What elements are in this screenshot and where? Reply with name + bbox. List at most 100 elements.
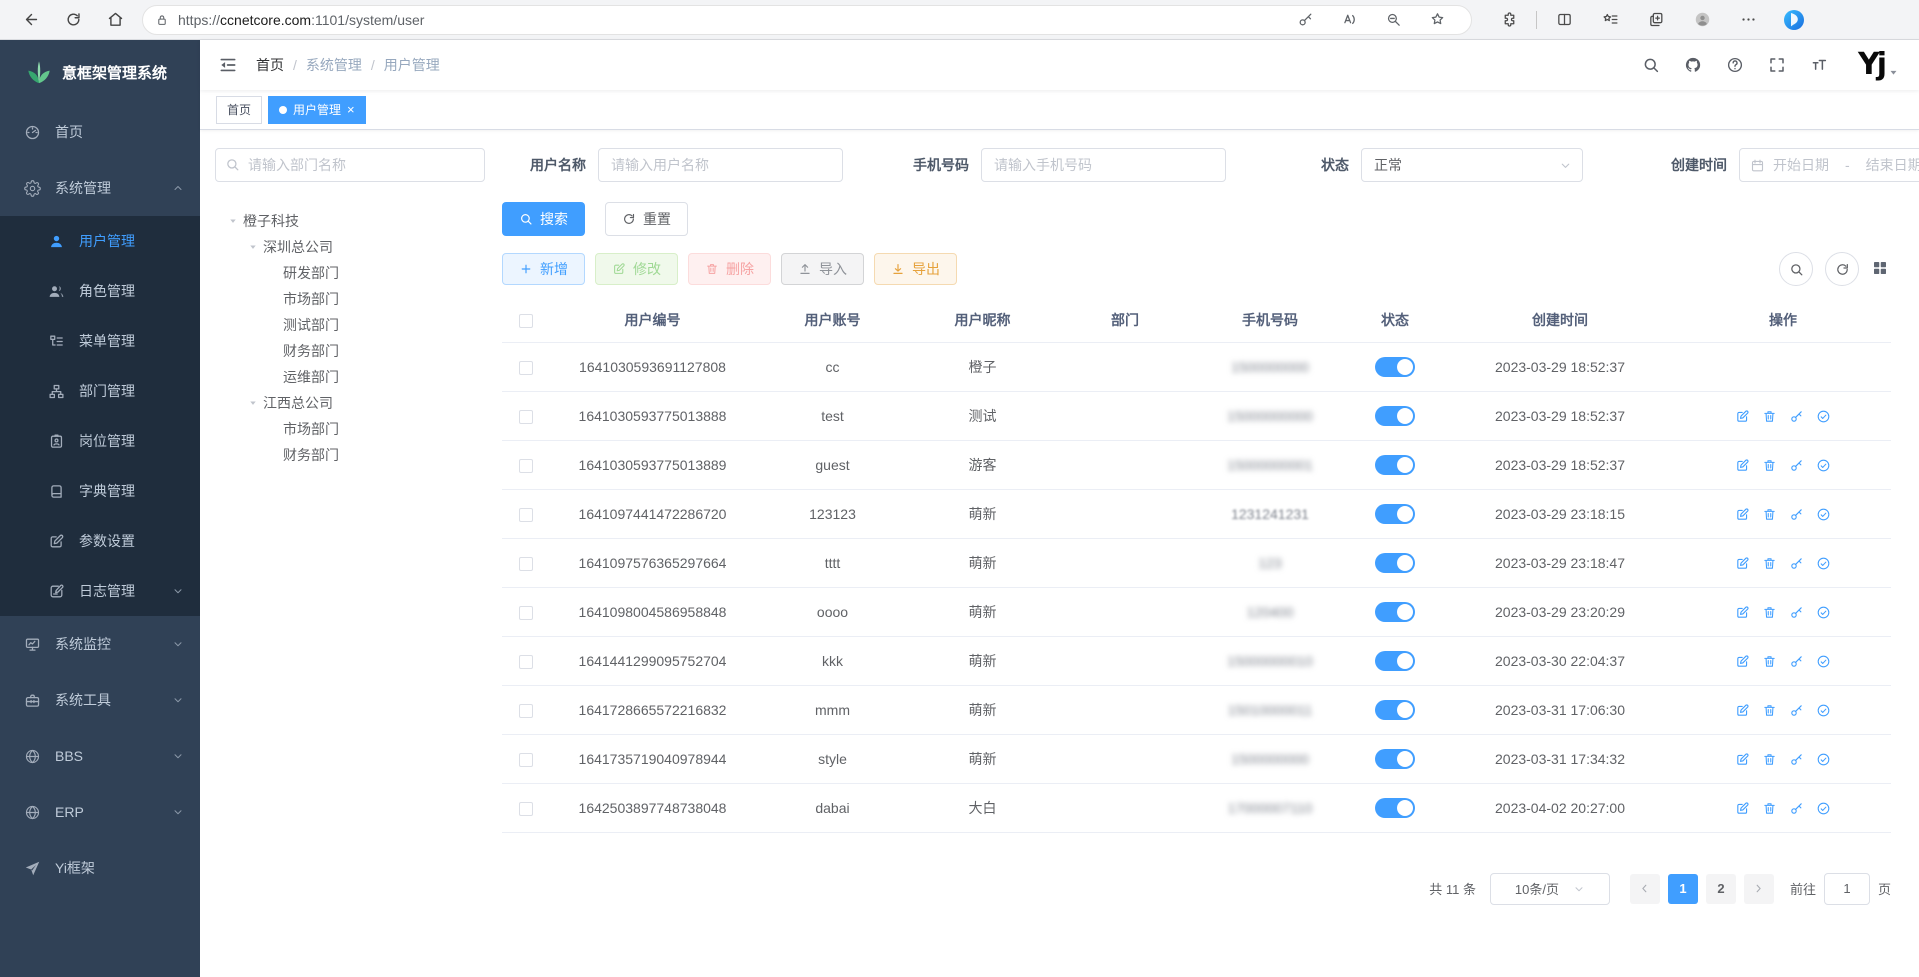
edit-icon[interactable] xyxy=(1735,605,1750,620)
trash-icon[interactable] xyxy=(1762,654,1777,669)
sidebar-item-menu[interactable]: 菜单管理 xyxy=(0,316,200,366)
tree-node[interactable]: 运维部门 xyxy=(215,364,485,390)
prev-page-button[interactable] xyxy=(1630,874,1660,904)
zoom-out-icon[interactable] xyxy=(1378,5,1408,35)
sidebar-item-yi[interactable]: Yi框架 xyxy=(0,840,200,896)
sidebar-item-home[interactable]: 首页 xyxy=(0,104,200,160)
github-icon[interactable] xyxy=(1684,56,1702,74)
refresh-table-icon[interactable] xyxy=(1825,252,1859,286)
row-checkbox[interactable] xyxy=(519,704,533,718)
caret-down-icon[interactable] xyxy=(225,213,241,229)
key-icon[interactable] xyxy=(1789,409,1804,424)
status-toggle[interactable] xyxy=(1375,651,1415,671)
tree-node[interactable]: 橙子科技 xyxy=(215,208,485,234)
trash-icon[interactable] xyxy=(1762,703,1777,718)
more-icon[interactable] xyxy=(1733,5,1763,35)
collections-icon[interactable] xyxy=(1641,5,1671,35)
status-toggle[interactable] xyxy=(1375,749,1415,769)
status-select[interactable]: 正常 xyxy=(1361,148,1583,182)
add-button[interactable]: 新增 xyxy=(502,253,585,285)
row-checkbox[interactable] xyxy=(519,410,533,424)
page-button-1[interactable]: 1 xyxy=(1668,874,1698,904)
status-toggle[interactable] xyxy=(1375,798,1415,818)
browser-refresh-button[interactable] xyxy=(58,5,88,35)
tree-node[interactable]: 财务部门 xyxy=(215,442,485,468)
key-icon[interactable] xyxy=(1789,556,1804,571)
trash-icon[interactable] xyxy=(1762,458,1777,473)
sidebar-item-bbs[interactable]: BBS xyxy=(0,728,200,784)
page-button-2[interactable]: 2 xyxy=(1706,874,1736,904)
trash-icon[interactable] xyxy=(1762,605,1777,620)
row-checkbox[interactable] xyxy=(519,361,533,375)
sidebar-item-tools[interactable]: 系统工具 xyxy=(0,672,200,728)
sidebar-fold-button[interactable] xyxy=(208,45,248,85)
sidebar-item-monitor[interactable]: 系统监控 xyxy=(0,616,200,672)
row-checkbox[interactable] xyxy=(519,753,533,767)
text-size-icon[interactable] xyxy=(1810,56,1828,74)
tab-home[interactable]: 首页 xyxy=(216,96,262,124)
tree-node[interactable]: 测试部门 xyxy=(215,312,485,338)
import-button[interactable]: 导入 xyxy=(781,253,864,285)
select-all-checkbox[interactable] xyxy=(519,314,533,328)
sidebar-item-system[interactable]: 系统管理 xyxy=(0,160,200,216)
trash-icon[interactable] xyxy=(1762,409,1777,424)
username-input[interactable] xyxy=(598,148,843,182)
row-checkbox[interactable] xyxy=(519,508,533,522)
edit-icon[interactable] xyxy=(1735,507,1750,522)
extensions-icon[interactable] xyxy=(1494,5,1524,35)
dept-search-input[interactable] xyxy=(215,148,485,182)
fullscreen-icon[interactable] xyxy=(1768,56,1786,74)
delete-button[interactable]: 删除 xyxy=(688,253,771,285)
check-circle-icon[interactable] xyxy=(1816,605,1831,620)
read-aloud-icon[interactable] xyxy=(1334,5,1364,35)
edit-icon[interactable] xyxy=(1735,654,1750,669)
sidebar-item-param[interactable]: 参数设置 xyxy=(0,516,200,566)
check-circle-icon[interactable] xyxy=(1816,507,1831,522)
breadcrumb-system[interactable]: 系统管理 xyxy=(306,55,362,75)
status-toggle[interactable] xyxy=(1375,406,1415,426)
sidebar-item-user[interactable]: 用户管理 xyxy=(0,216,200,266)
trash-icon[interactable] xyxy=(1762,801,1777,816)
tab-user-management[interactable]: 用户管理 × xyxy=(268,96,366,124)
row-checkbox[interactable] xyxy=(519,802,533,816)
tree-node[interactable]: 研发部门 xyxy=(215,260,485,286)
key-icon[interactable] xyxy=(1789,703,1804,718)
key-icon[interactable] xyxy=(1789,458,1804,473)
trash-icon[interactable] xyxy=(1762,752,1777,767)
status-toggle[interactable] xyxy=(1375,455,1415,475)
page-size-select[interactable]: 10条/页 xyxy=(1490,873,1610,905)
row-checkbox[interactable] xyxy=(519,606,533,620)
search-button[interactable]: 搜索 xyxy=(502,202,585,236)
tree-node[interactable]: 深圳总公司 xyxy=(215,234,485,260)
tree-node[interactable]: 财务部门 xyxy=(215,338,485,364)
row-checkbox[interactable] xyxy=(519,655,533,669)
key-icon[interactable] xyxy=(1789,752,1804,767)
edit-button[interactable]: 修改 xyxy=(595,253,678,285)
breadcrumb-home[interactable]: 首页 xyxy=(256,55,284,75)
sidebar-item-log[interactable]: 日志管理 xyxy=(0,566,200,616)
edit-icon[interactable] xyxy=(1735,556,1750,571)
tree-node[interactable]: 江西总公司 xyxy=(215,390,485,416)
app-logo[interactable]: 意框架管理系统 xyxy=(0,40,200,104)
row-checkbox[interactable] xyxy=(519,459,533,473)
sidebar-item-erp[interactable]: ERP xyxy=(0,784,200,840)
check-circle-icon[interactable] xyxy=(1816,703,1831,718)
tab-close-icon[interactable]: × xyxy=(347,103,355,116)
help-icon[interactable] xyxy=(1726,56,1744,74)
sidebar-item-post[interactable]: 岗位管理 xyxy=(0,416,200,466)
key-icon[interactable] xyxy=(1789,654,1804,669)
check-circle-icon[interactable] xyxy=(1816,458,1831,473)
next-page-button[interactable] xyxy=(1744,874,1774,904)
edit-icon[interactable] xyxy=(1735,801,1750,816)
key-icon[interactable] xyxy=(1789,801,1804,816)
browser-back-button[interactable] xyxy=(16,5,46,35)
status-toggle[interactable] xyxy=(1375,700,1415,720)
reset-button[interactable]: 重置 xyxy=(605,202,688,236)
tree-node[interactable]: 市场部门 xyxy=(215,286,485,312)
goto-page-input[interactable] xyxy=(1824,873,1870,905)
status-toggle[interactable] xyxy=(1375,504,1415,524)
caret-down-icon[interactable] xyxy=(245,395,261,411)
favorite-add-icon[interactable] xyxy=(1422,5,1452,35)
status-toggle[interactable] xyxy=(1375,357,1415,377)
key-icon[interactable] xyxy=(1789,605,1804,620)
